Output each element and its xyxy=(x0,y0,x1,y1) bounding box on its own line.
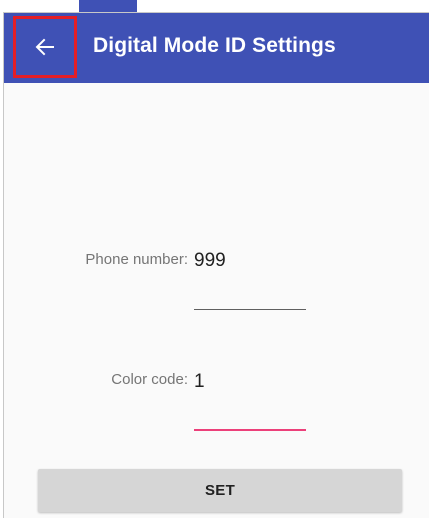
page-title: Digital Mode ID Settings xyxy=(93,34,336,57)
app-bar: Digital Mode ID Settings xyxy=(4,13,429,83)
color-code-underline xyxy=(194,429,306,431)
arrow-left-icon xyxy=(35,37,55,57)
app-frame: Digital Mode ID Settings Phone number: C… xyxy=(3,12,429,518)
back-button[interactable] xyxy=(13,16,77,78)
phone-number-label: Phone number: xyxy=(85,251,188,268)
phone-number-underline xyxy=(194,309,306,310)
phone-number-input[interactable] xyxy=(194,243,306,279)
status-bar-fragment xyxy=(79,0,137,12)
set-button[interactable]: SET xyxy=(38,469,402,512)
color-code-input[interactable] xyxy=(194,364,306,400)
color-code-label: Color code: xyxy=(111,371,188,388)
screen: Digital Mode ID Settings Phone number: C… xyxy=(0,0,429,518)
